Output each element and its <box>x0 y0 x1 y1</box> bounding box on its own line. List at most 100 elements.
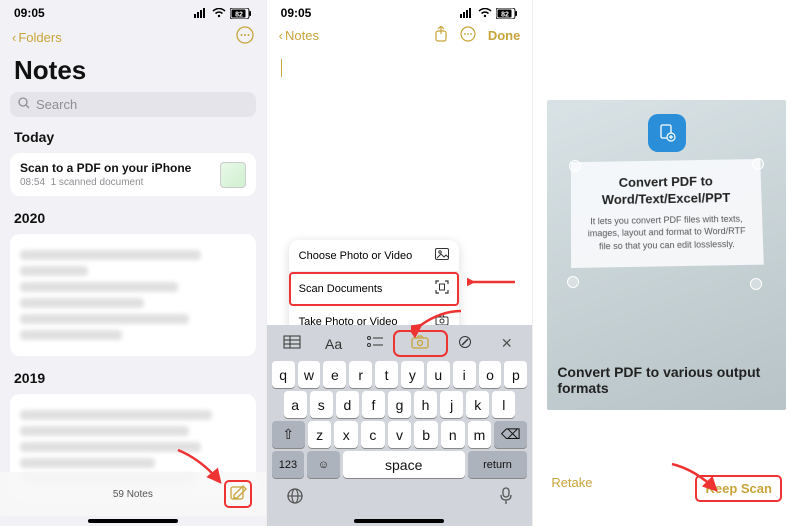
key-o[interactable]: o <box>479 361 502 388</box>
crop-handle[interactable] <box>752 158 764 170</box>
kb-row-3: ⇧ zxcvbnm ⌫ <box>272 421 528 448</box>
back-label: Folders <box>18 30 61 45</box>
doc-lower-heading: Convert PDF to various output formats <box>557 364 776 396</box>
annotation-arrow-icon <box>467 272 521 316</box>
home-indicator <box>88 519 178 523</box>
nav-bar: ‹ Notes Done <box>267 22 533 49</box>
checklist-icon[interactable] <box>354 335 395 352</box>
key-c[interactable]: c <box>361 421 385 448</box>
more-icon[interactable] <box>236 26 254 49</box>
key-g[interactable]: g <box>388 391 411 418</box>
key-x[interactable]: x <box>334 421 358 448</box>
menu-label: Choose Photo or Video <box>299 250 413 262</box>
status-time: 09:05 <box>14 6 45 20</box>
search-placeholder: Search <box>36 97 77 112</box>
key-backspace[interactable]: ⌫ <box>494 421 527 448</box>
key-shift[interactable]: ⇧ <box>272 421 305 448</box>
scanned-document-panel: Convert PDF to Word/Text/Excel/PPT It le… <box>571 159 763 268</box>
signal-icon <box>194 8 208 18</box>
nav-bar: ‹ Folders <box>0 22 266 53</box>
key-z[interactable]: z <box>308 421 332 448</box>
scan-preview[interactable]: Convert PDF to Word/Text/Excel/PPT It le… <box>547 100 786 410</box>
page-title: Notes <box>0 53 266 92</box>
note-body[interactable] <box>267 49 533 219</box>
status-time: 09:05 <box>281 6 312 20</box>
key-h[interactable]: h <box>414 391 437 418</box>
key-q[interactable]: q <box>272 361 295 388</box>
phone-scanner: Convert PDF to Word/Text/Excel/PPT It le… <box>533 0 800 526</box>
phone-notes-list: 09:05 82 ‹ Folders Notes Search Today Sc… <box>0 0 267 526</box>
share-icon[interactable] <box>434 26 448 45</box>
crop-handle[interactable] <box>750 278 762 290</box>
key-space[interactable]: space <box>343 451 465 478</box>
menu-scan-documents[interactable]: Scan Documents <box>289 272 459 306</box>
key-m[interactable]: m <box>468 421 492 448</box>
section-today: Today <box>0 125 266 149</box>
home-indicator <box>354 519 444 523</box>
search-input[interactable]: Search <box>10 92 256 117</box>
back-button[interactable]: ‹ Notes <box>279 28 319 43</box>
key-k[interactable]: k <box>466 391 489 418</box>
wifi-icon <box>478 8 492 18</box>
key-return[interactable]: return <box>468 451 528 478</box>
kb-row-1: qwertyuiop <box>272 361 528 388</box>
phone-note-editor: 09:05 82 ‹ Notes Done Choose Photo or Vi… <box>267 0 534 526</box>
done-button[interactable]: Done <box>488 28 521 43</box>
key-emoji[interactable]: ☺ <box>307 451 340 478</box>
globe-icon[interactable] <box>286 487 304 510</box>
key-123[interactable]: 123 <box>272 451 305 478</box>
text-cursor <box>281 59 283 77</box>
status-bar: 09:05 82 <box>267 0 533 22</box>
key-f[interactable]: f <box>362 391 385 418</box>
section-2019: 2019 <box>0 366 266 390</box>
retake-button[interactable]: Retake <box>551 475 592 502</box>
signal-icon <box>460 8 474 18</box>
chevron-left-icon: ‹ <box>12 30 16 45</box>
key-s[interactable]: s <box>310 391 333 418</box>
key-n[interactable]: n <box>441 421 465 448</box>
notes-count: 59 Notes <box>42 489 224 500</box>
more-icon[interactable] <box>460 26 476 45</box>
key-a[interactable]: a <box>284 391 307 418</box>
key-e[interactable]: e <box>323 361 346 388</box>
crop-handle[interactable] <box>567 276 579 288</box>
wifi-icon <box>212 8 226 18</box>
key-j[interactable]: j <box>440 391 463 418</box>
key-p[interactable]: p <box>504 361 527 388</box>
blurred-notes-2020 <box>10 234 256 356</box>
table-icon[interactable] <box>272 335 313 352</box>
key-v[interactable]: v <box>388 421 412 448</box>
key-b[interactable]: b <box>414 421 438 448</box>
compose-button[interactable] <box>224 480 252 508</box>
annotation-arrow-icon <box>411 307 465 351</box>
key-i[interactable]: i <box>453 361 476 388</box>
back-label: Notes <box>285 28 319 43</box>
svg-text:82: 82 <box>501 11 509 18</box>
key-d[interactable]: d <box>336 391 359 418</box>
kb-row-2: asdfghjkl <box>272 391 528 418</box>
menu-label: Scan Documents <box>299 283 383 295</box>
annotation-arrow-icon <box>668 460 722 504</box>
menu-choose-photo[interactable]: Choose Photo or Video <box>289 240 459 272</box>
note-thumbnail <box>220 162 246 188</box>
chevron-left-icon: ‹ <box>279 28 283 43</box>
key-t[interactable]: t <box>375 361 398 388</box>
note-card[interactable]: Scan to a PDF on your iPhone 08:54 1 sca… <box>10 153 256 196</box>
back-button[interactable]: ‹ Folders <box>12 30 62 45</box>
battery-icon: 82 <box>496 8 518 19</box>
keyboard: Aa ✕ qwertyuiop asdfghjkl ⇧ zxcvbnm ⌫ 12… <box>267 325 533 526</box>
note-subtitle: 08:54 1 scanned document <box>20 177 191 188</box>
keyboard-toolbar: Aa ✕ <box>270 329 530 358</box>
key-y[interactable]: y <box>401 361 424 388</box>
key-l[interactable]: l <box>492 391 515 418</box>
kb-row-4: 123 ☺ space return <box>272 451 528 478</box>
text-format-button[interactable]: Aa <box>313 336 354 352</box>
mic-icon[interactable] <box>499 487 513 510</box>
key-w[interactable]: w <box>298 361 321 388</box>
doc-body: It lets you convert PDF files with texts… <box>587 212 747 253</box>
photo-icon <box>435 248 449 263</box>
key-u[interactable]: u <box>427 361 450 388</box>
key-r[interactable]: r <box>349 361 372 388</box>
note-title: Scan to a PDF on your iPhone <box>20 161 191 175</box>
close-icon[interactable]: ✕ <box>486 335 527 352</box>
